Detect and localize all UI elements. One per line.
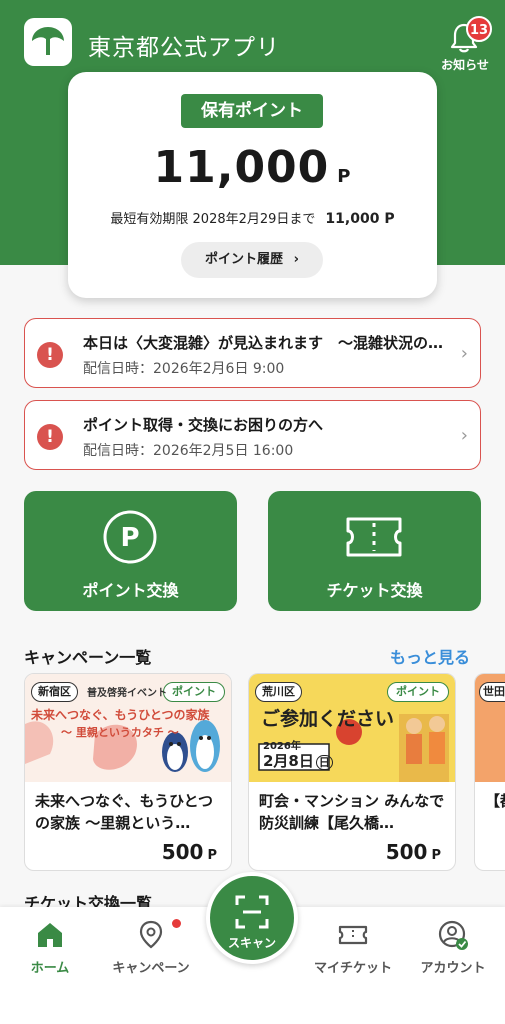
chevron-right-icon: › [460, 425, 468, 446]
campaign-points-unit: P [431, 848, 441, 863]
campaign-card[interactable]: 新宿区 ポイント 普及啓発イベント 未来へつなぐ、もうひとつの家族 ～ 里親とい… [24, 673, 232, 871]
alert-title: 本日は〈大変混雑〉が見込まれます ～混雑状況のお知らせ [83, 334, 448, 352]
campaign-card[interactable]: 世田 【都… [474, 673, 505, 871]
points-history-button[interactable]: ポイント履歴 › [181, 242, 323, 278]
alert-item[interactable]: ! 本日は〈大変混雑〉が見込まれます ～混雑状況のお知らせ 配信日時：2026年… [24, 318, 481, 388]
exclamation-icon: ! [37, 342, 63, 368]
nav-my-ticket-label: マイチケット [313, 961, 392, 976]
campaign-image-date: 2月8日 [263, 752, 314, 770]
nav-account[interactable]: アカウント [408, 919, 498, 976]
points-badge: 保有ポイント [181, 94, 323, 128]
notifications-label: お知らせ [441, 58, 489, 72]
point-tag: ポイント [163, 682, 225, 702]
points-card: 保有ポイント 11,000 P 最短有効期限 2028年2月29日まで 11,000… [68, 72, 437, 298]
points-value: 11,000 P [68, 142, 437, 193]
history-button-label: ポイント履歴 [205, 252, 284, 267]
nav-campaign-label: キャンペーン [112, 961, 190, 976]
points-unit: P [337, 166, 352, 187]
campaign-points-unit: P [207, 848, 217, 863]
app-title: 東京都公式アプリ [88, 35, 280, 61]
nav-home[interactable]: ホーム [5, 919, 95, 976]
app-logo-icon [24, 18, 72, 66]
campaign-image-day-text: 日 [318, 756, 330, 769]
campaign-title: 町会・マンション みんなで防災訓練【尾久橋… [259, 792, 445, 832]
new-indicator-dot [172, 919, 181, 928]
map-pin-icon [139, 920, 163, 949]
nav-campaign[interactable]: キャンペーン [106, 919, 196, 976]
campaign-image-day: 日 [315, 755, 333, 770]
notifications-button[interactable]: 13 お知らせ [436, 16, 494, 72]
chevron-right-icon: › [293, 252, 299, 267]
campaign-points-value: 500 [385, 840, 428, 864]
campaign-image-text: ご参加ください [261, 708, 395, 730]
point-tag: ポイント [387, 682, 449, 702]
alert-date: 配信日時：2026年2月5日 16:00 [83, 443, 294, 459]
campaign-title: 未来へつなぐ、もうひとつの家族 ～里親という… [35, 792, 214, 832]
campaign-points: 500 P [162, 840, 217, 864]
area-tag: 世田 [479, 682, 505, 702]
point-coin-icon: P [103, 510, 157, 564]
area-tag: 新宿区 [31, 682, 78, 702]
alert-item[interactable]: ! ポイント取得・交換にお困りの方へ 配信日時：2026年2月5日 16:00 … [24, 400, 481, 470]
nav-my-ticket[interactable]: マイチケット [308, 919, 398, 976]
expiry-label: 最短有効期限 2028年2月29日まで [110, 212, 316, 227]
account-icon [438, 920, 468, 950]
ticket-icon [346, 517, 402, 557]
ticket-icon [338, 925, 368, 945]
campaign-points: 500 P [386, 840, 441, 864]
campaign-image-text: 2月8日日 [263, 750, 333, 771]
nav-account-label: アカウント [420, 961, 486, 976]
campaign-section-title: キャンペーン一覧 [24, 648, 152, 667]
campaign-image-text: 普及啓発イベント [87, 688, 167, 699]
point-exchange-button[interactable]: P ポイント交換 [24, 491, 237, 611]
campaign-more-link[interactable]: もっと見る [390, 644, 470, 668]
alert-date: 配信日時：2026年2月6日 9:00 [83, 361, 285, 377]
scan-button[interactable]: スキャン [206, 872, 298, 964]
notification-count-badge: 13 [466, 16, 492, 42]
point-exchange-label: ポイント交換 [82, 581, 179, 600]
area-tag: 荒川区 [255, 682, 302, 702]
scan-icon [235, 895, 269, 929]
chevron-right-icon: › [460, 343, 468, 364]
campaign-image-text: ～ 里親というカタチ ～ [61, 726, 179, 739]
scan-label: スキャン [227, 936, 276, 950]
campaign-card[interactable]: 荒川区 ポイント ご参加ください 2026年 2月8日日 町会・マンション みん… [248, 673, 456, 871]
ticket-exchange-button[interactable]: チケット交換 [268, 491, 481, 611]
exclamation-icon: ! [37, 424, 63, 450]
points-expiry: 最短有効期限 2028年2月29日まで 11,000 P [68, 208, 437, 227]
ticket-exchange-label: チケット交換 [326, 581, 423, 600]
campaign-points-value: 500 [161, 840, 204, 864]
expiry-value: 11,000 P [325, 211, 395, 227]
points-amount: 11,000 [153, 142, 330, 193]
home-icon [38, 923, 62, 947]
campaign-image-text: 未来へつなぐ、もうひとつの家族 [31, 708, 210, 722]
campaign-title: 【都… [485, 792, 505, 810]
nav-home-label: ホーム [30, 961, 70, 976]
alert-title: ポイント取得・交換にお困りの方へ [83, 416, 324, 434]
svg-text:P: P [120, 523, 139, 553]
